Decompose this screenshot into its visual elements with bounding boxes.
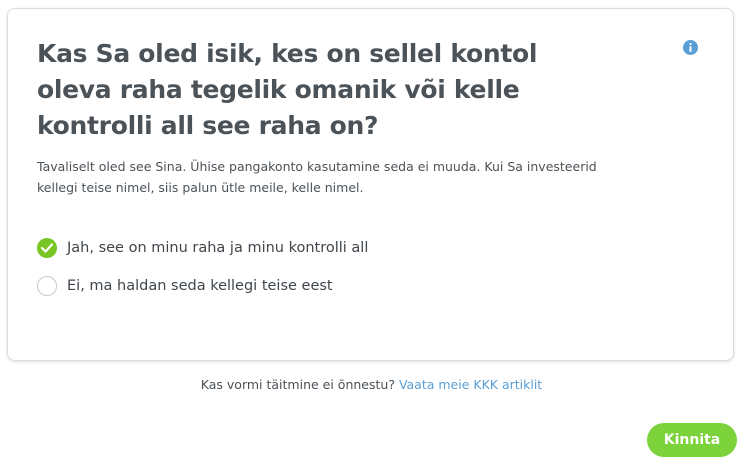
radio-yes-selected[interactable] — [37, 238, 57, 258]
help-line: Kas vormi täitmine ei õnnestu? Vaata mei… — [0, 377, 743, 393]
faq-link[interactable]: Vaata meie KKK artiklit — [399, 377, 542, 392]
info-icon[interactable] — [683, 40, 698, 55]
question-description: Tavaliselt oled see Sina. Ühise pangakon… — [37, 159, 597, 195]
page: Kas Sa oled isik, kes on sellel kontol o… — [0, 0, 743, 464]
help-text: Kas vormi täitmine ei õnnestu? — [200, 377, 395, 392]
question-title: Kas Sa oled isik, kes on sellel kontol o… — [37, 39, 538, 140]
radio-no[interactable] — [37, 276, 57, 296]
option-yes[interactable]: Jah, see on minu raha ja minu kontrolli … — [37, 237, 637, 259]
option-no[interactable]: Ei, ma haldan seda kellegi teise eest — [37, 275, 637, 297]
check-icon — [41, 243, 53, 253]
option-yes-label[interactable]: Jah, see on minu raha ja minu kontrolli … — [67, 238, 368, 258]
answer-options: Jah, see on minu raha ja minu kontrolli … — [37, 237, 637, 313]
question-card: Kas Sa oled isik, kes on sellel kontol o… — [7, 8, 734, 361]
option-no-label[interactable]: Ei, ma haldan seda kellegi teise eest — [67, 276, 333, 296]
confirm-button[interactable]: Kinnita — [647, 423, 737, 457]
